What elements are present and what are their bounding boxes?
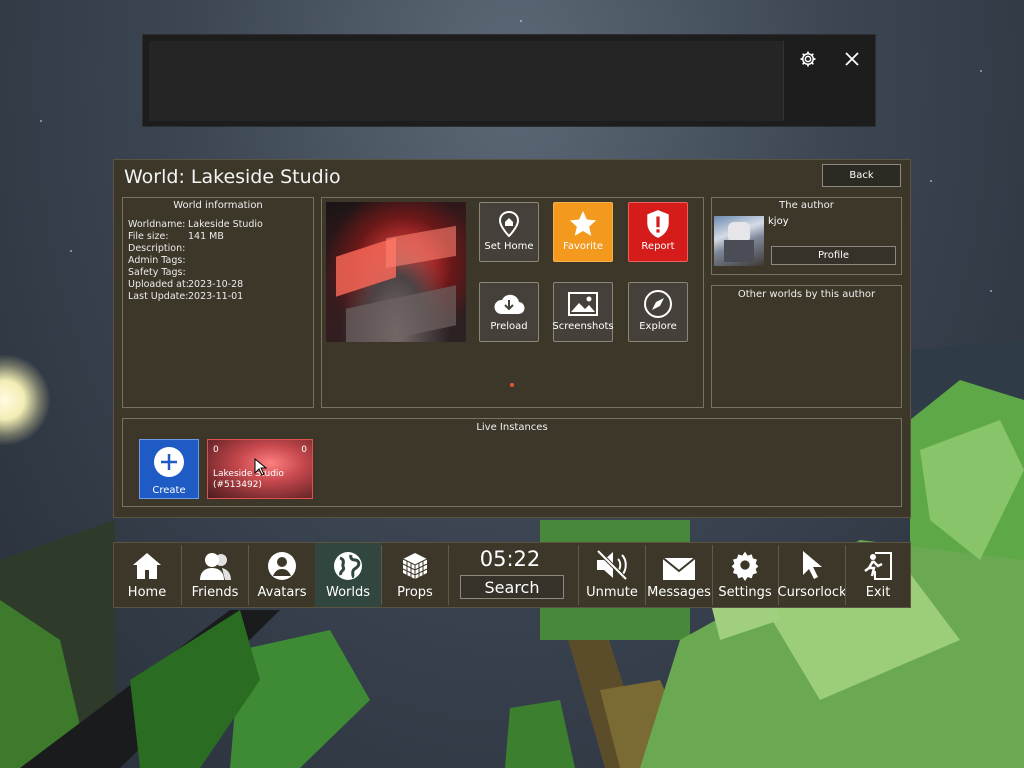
- screenshots-button[interactable]: Screenshots: [552, 282, 614, 342]
- cloud-download-icon: [493, 287, 525, 321]
- nav-worlds[interactable]: Worlds: [315, 543, 381, 607]
- live-instances-box: Live Instances Create 0 0 Lakeside Studi…: [122, 418, 902, 507]
- author-name: kjoy: [768, 216, 789, 227]
- instance-label: Lakeside Studio (#513492): [213, 469, 284, 490]
- home-icon: [131, 543, 163, 581]
- bottom-nav: Home Friends Avatars Worlds Props 05:22 …: [113, 542, 911, 608]
- explore-button[interactable]: Explore: [628, 282, 688, 342]
- live-instances-heading: Live Instances: [476, 422, 548, 433]
- plus-icon: [153, 446, 185, 482]
- compass-icon: [643, 287, 673, 321]
- globe-icon: [333, 543, 363, 581]
- muted-speaker-icon: [594, 543, 630, 581]
- page-title: World: Lakeside Studio: [124, 166, 341, 188]
- nav-messages[interactable]: Messages: [646, 543, 712, 607]
- nav-cursorlock[interactable]: Cursorlock: [778, 543, 847, 607]
- top-bar: [142, 34, 876, 127]
- nav-settings[interactable]: Settings: [712, 543, 778, 607]
- report-button[interactable]: Report: [628, 202, 688, 262]
- favorite-button[interactable]: Favorite: [553, 202, 613, 262]
- shield-alert-icon: [645, 207, 671, 241]
- info-row: Description:: [128, 243, 186, 254]
- info-row: Admin Tags:: [128, 255, 186, 266]
- top-bar-divider: [783, 41, 784, 121]
- image-icon: [568, 287, 598, 321]
- nav-avatars[interactable]: Avatars: [249, 543, 315, 607]
- cube-icon: [400, 543, 430, 581]
- cursor-icon: [800, 543, 824, 581]
- set-home-button[interactable]: Set Home: [479, 202, 539, 262]
- other-worlds-box: Other worlds by this author: [711, 285, 902, 408]
- world-actions-box: Set Home Favorite Report Preload Screens…: [321, 197, 704, 408]
- nav-props[interactable]: Props: [382, 543, 448, 607]
- friends-icon: [198, 543, 232, 581]
- world-info-heading: World information: [173, 200, 263, 211]
- nav-friends[interactable]: Friends: [182, 543, 248, 607]
- home-pin-icon: [498, 207, 520, 241]
- info-row: Safety Tags:: [128, 267, 186, 278]
- world-info-box: World information Worldname: Lakeside Stu…: [122, 197, 314, 408]
- gear-icon: [729, 543, 761, 581]
- info-row: File size: 141 MB: [128, 231, 224, 242]
- exit-icon: [863, 543, 893, 581]
- author-box: The author kjoy Profile: [711, 197, 902, 275]
- envelope-icon: [662, 543, 696, 581]
- instance-card[interactable]: 0 0 Lakeside Studio (#513492): [207, 439, 313, 499]
- nav-unmute[interactable]: Unmute: [579, 543, 645, 607]
- back-button[interactable]: Back: [822, 164, 901, 187]
- other-worlds-heading: Other worlds by this author: [737, 289, 876, 300]
- gear-icon[interactable]: [795, 46, 821, 72]
- world-panel: World: Lakeside Studio Back World inform…: [113, 159, 911, 518]
- search-button[interactable]: Search: [460, 575, 564, 599]
- cursor-icon: [254, 458, 268, 476]
- instance-count-left: 0: [213, 445, 219, 455]
- close-icon[interactable]: [839, 46, 865, 72]
- avatar-icon: [267, 543, 297, 581]
- clock: 05:22: [479, 547, 541, 571]
- info-row: Uploaded at: 2023-10-28: [128, 279, 244, 290]
- page-indicator-dot[interactable]: [510, 383, 514, 387]
- instance-count-right: 0: [301, 445, 307, 455]
- nav-exit[interactable]: Exit: [845, 543, 911, 607]
- info-row: Last Update: 2023-11-01: [128, 291, 244, 302]
- world-info-list: Worldname: Lakeside Studio File size: 141 …: [128, 219, 263, 303]
- author-heading: The author: [779, 200, 834, 211]
- world-thumbnail: [326, 202, 466, 342]
- create-instance-button[interactable]: Create: [139, 439, 199, 499]
- star-icon: [568, 207, 598, 241]
- info-row: Worldname: Lakeside Studio: [128, 219, 263, 230]
- nav-divider: [448, 545, 449, 605]
- nav-home[interactable]: Home: [114, 543, 180, 607]
- avatar[interactable]: [714, 216, 764, 266]
- preload-button[interactable]: Preload: [479, 282, 539, 342]
- top-bar-field[interactable]: [149, 41, 783, 121]
- profile-button[interactable]: Profile: [771, 246, 896, 265]
